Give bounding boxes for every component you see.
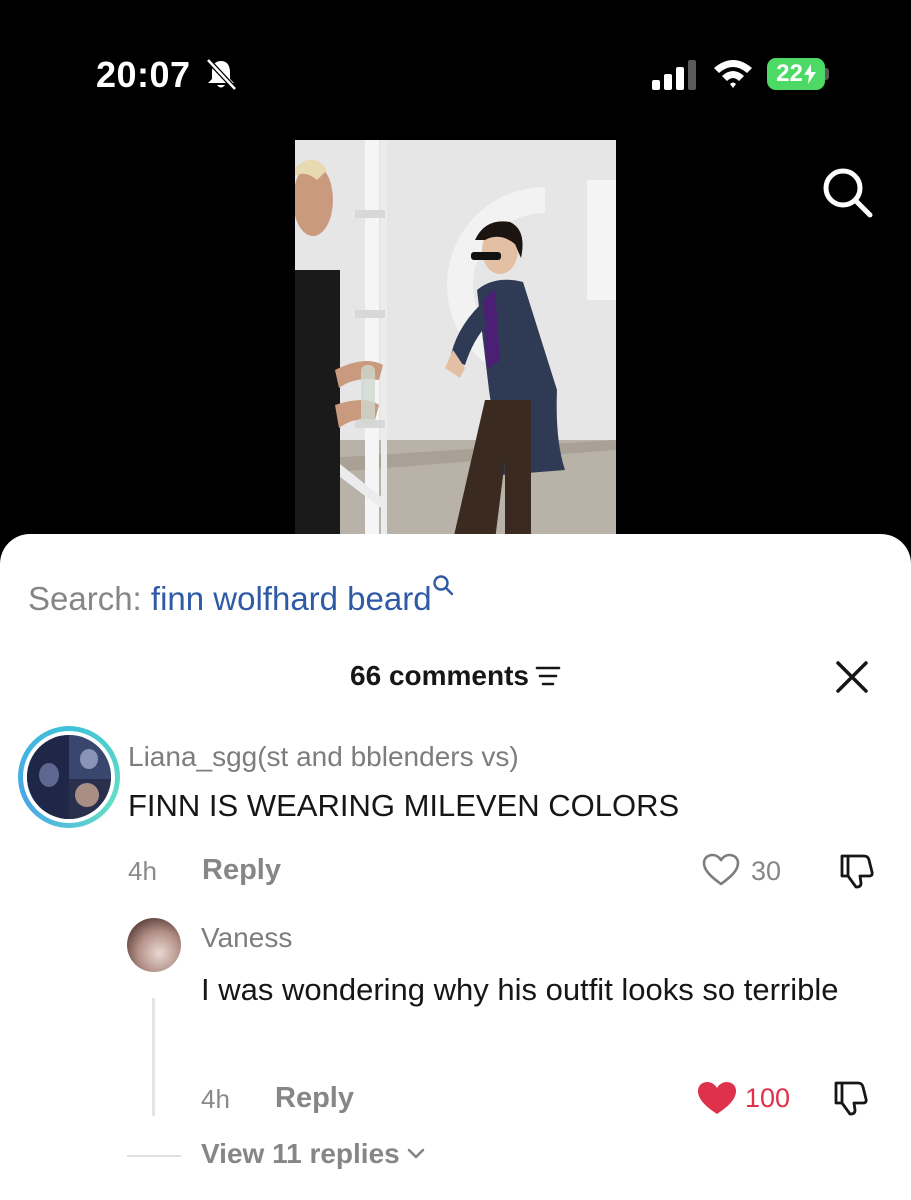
filter-icon[interactable] bbox=[535, 665, 561, 687]
reply-button[interactable]: Reply bbox=[202, 854, 281, 887]
thread-line bbox=[152, 998, 155, 1116]
status-bar: 20:07 22 bbox=[0, 0, 911, 150]
dislike-icon[interactable] bbox=[836, 852, 876, 890]
comment-time: 4h bbox=[128, 856, 157, 886]
comment-username[interactable]: Liana_sgg(st and bblenders vs) bbox=[128, 741, 519, 773]
chevron-down-icon bbox=[407, 1148, 425, 1159]
reply-text: I was wondering why his outfit looks so … bbox=[201, 972, 839, 1007]
avatar[interactable] bbox=[18, 726, 120, 828]
search-prefix: Search: bbox=[28, 580, 142, 617]
comment-text: FINN IS WEARING MILEVEN COLORS bbox=[128, 788, 680, 823]
view-replies-button[interactable]: View 11 replies bbox=[201, 1138, 426, 1170]
heart-outline-icon[interactable] bbox=[702, 853, 740, 887]
battery-level: 22 bbox=[776, 60, 803, 87]
reply-like-count: 100 bbox=[745, 1083, 791, 1113]
reply-dislike-icon[interactable] bbox=[830, 1079, 870, 1117]
comments-header[interactable]: 66 comments bbox=[0, 660, 911, 692]
reply-time: 4h bbox=[201, 1084, 230, 1114]
like-count: 30 bbox=[751, 856, 782, 886]
charging-bolt-icon bbox=[803, 64, 816, 84]
view-replies-label: View 11 replies bbox=[201, 1138, 400, 1169]
bell-off-icon bbox=[206, 58, 237, 91]
video-frame bbox=[295, 140, 616, 540]
search-icon[interactable] bbox=[820, 165, 874, 219]
search-query-link[interactable]: finn wolfhard beard bbox=[151, 580, 432, 617]
signal-icon bbox=[652, 60, 696, 90]
comments-count: 66 comments bbox=[350, 660, 529, 691]
reply-avatar[interactable] bbox=[127, 918, 181, 972]
view-replies-divider bbox=[127, 1155, 181, 1157]
avatar-image bbox=[27, 735, 111, 819]
video-player[interactable] bbox=[295, 140, 616, 540]
wifi-icon bbox=[714, 60, 752, 88]
battery-indicator: 22 bbox=[767, 58, 829, 90]
reply-username[interactable]: Vaness bbox=[201, 922, 292, 954]
reply-reply-button[interactable]: Reply bbox=[275, 1082, 354, 1115]
close-icon[interactable] bbox=[834, 659, 870, 695]
search-small-icon bbox=[432, 575, 453, 596]
related-search[interactable]: Search: finn wolfhard beard bbox=[28, 574, 454, 618]
comments-sheet: Search: finn wolfhard beard 66 comments bbox=[0, 534, 911, 1200]
status-time: 20:07 bbox=[96, 54, 191, 95]
heart-filled-icon[interactable] bbox=[696, 1080, 738, 1116]
